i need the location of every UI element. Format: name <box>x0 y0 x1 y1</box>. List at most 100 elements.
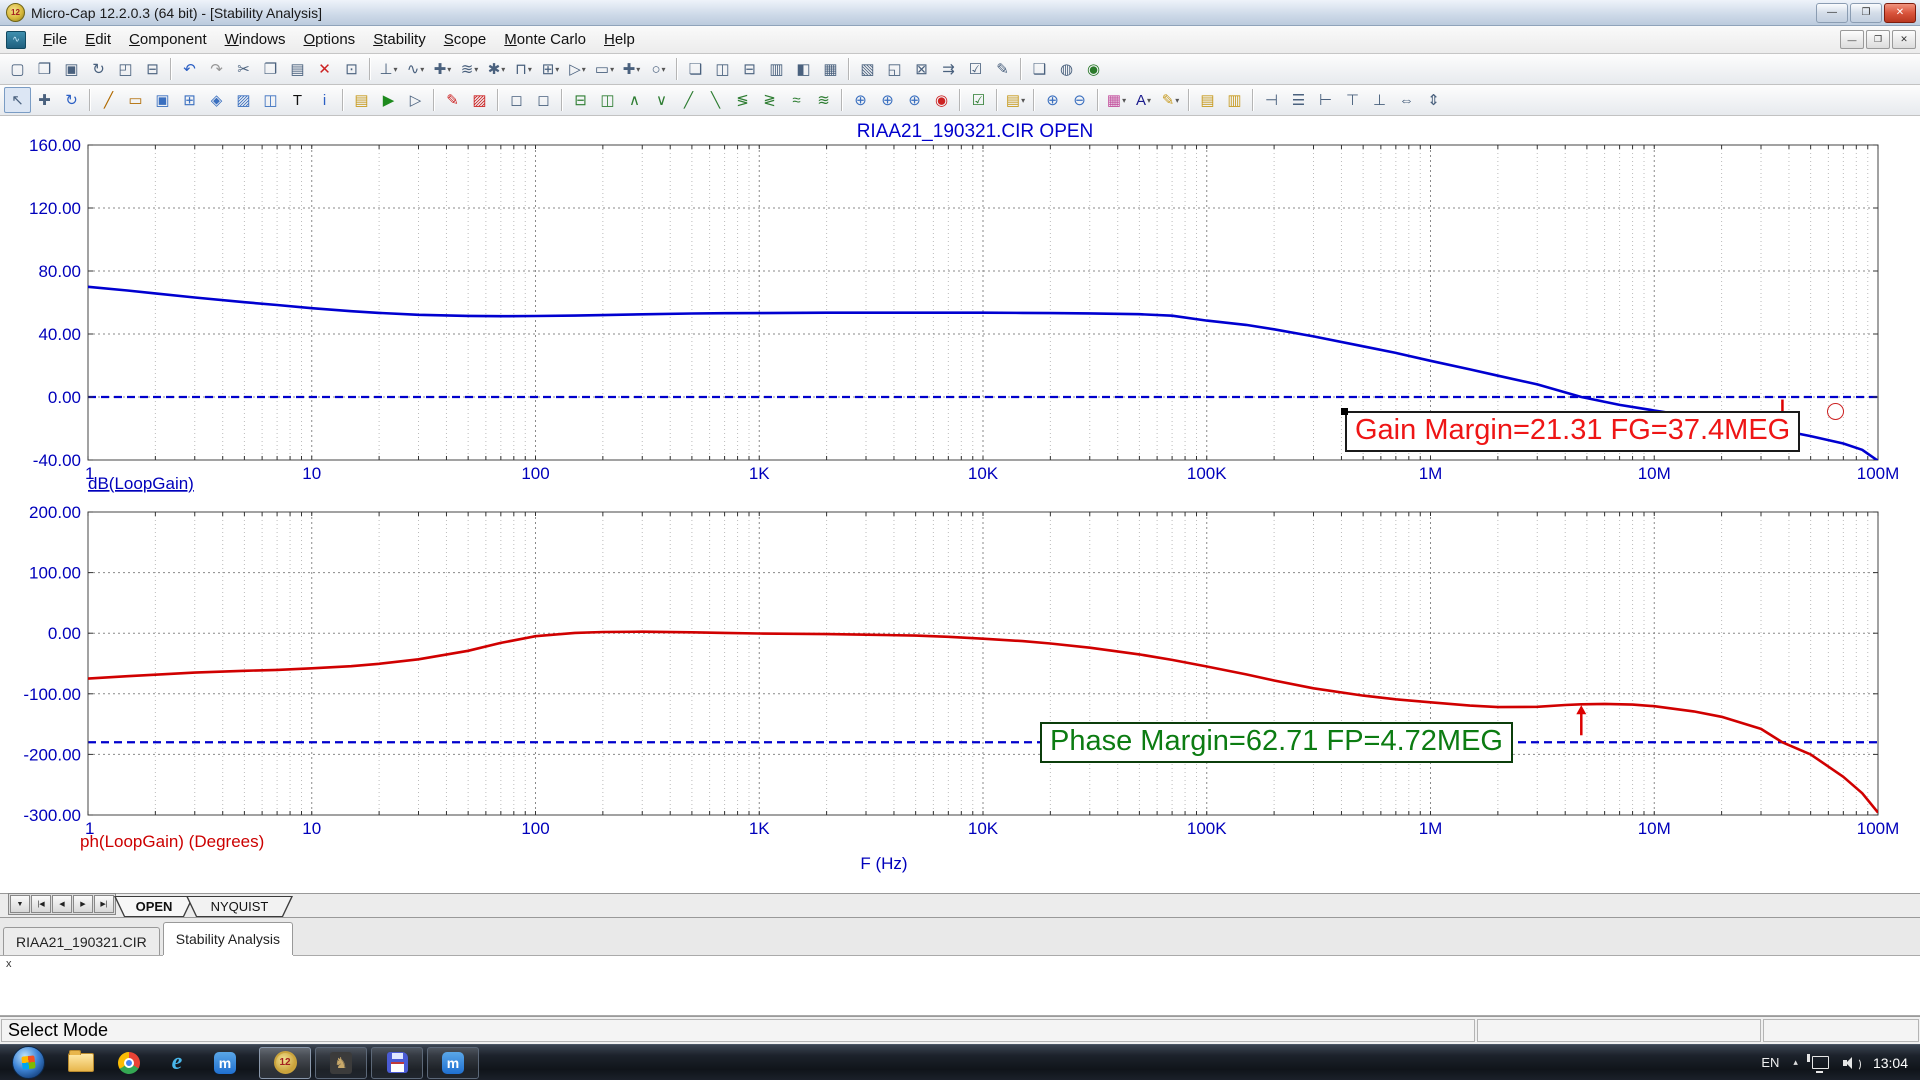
calculator-icon[interactable]: ▦ <box>817 56 844 82</box>
scale-tool-icon[interactable]: ◫ <box>257 87 284 113</box>
menu-edit[interactable]: Edit <box>76 28 120 51</box>
first-page-button[interactable]: |◀ <box>31 895 51 913</box>
help-contents-icon[interactable]: ◍ <box>1053 56 1080 82</box>
wire-mode-icon[interactable]: ╱ <box>95 87 122 113</box>
save-icon[interactable]: ▣ <box>58 56 85 82</box>
paste-icon[interactable]: ▤ <box>284 56 311 82</box>
file-tab-riaa21-190321-cir[interactable]: RIAA21_190321.CIR <box>3 927 160 955</box>
language-indicator[interactable]: EN <box>1761 1055 1779 1070</box>
font-icon[interactable]: A▾ <box>1130 87 1157 113</box>
ruler-tool-icon[interactable]: ◻ <box>503 87 530 113</box>
analysis-window-icon[interactable]: ◱ <box>881 56 908 82</box>
sheet-2-icon[interactable]: ▥ <box>1221 87 1248 113</box>
menu-file[interactable]: File <box>34 28 76 51</box>
slope-down-marker-icon[interactable]: ╲ <box>702 87 729 113</box>
select-box-icon[interactable]: ⊡ <box>338 56 365 82</box>
zoom-x-icon[interactable]: ⊕ <box>847 87 874 113</box>
start-button[interactable] <box>12 1046 45 1079</box>
wave-stack-icon[interactable]: ≋ <box>810 87 837 113</box>
rectangle-tool-icon[interactable]: ▣ <box>149 87 176 113</box>
picture-tool-icon[interactable]: ▨ <box>230 87 257 113</box>
spectrum-icon[interactable]: ◉ <box>928 87 955 113</box>
tile-horizontal-icon[interactable]: ⊟ <box>736 56 763 82</box>
pages-icon[interactable]: ▤▾ <box>1002 87 1029 113</box>
analysis-limits-icon[interactable]: ▧ <box>854 56 881 82</box>
taskbar-save-app-button[interactable] <box>371 1047 423 1079</box>
gain-margin-label[interactable]: Gain Margin=21.31 FG=37.4MEG <box>1345 411 1800 452</box>
align-bottom-icon[interactable]: ⊥ <box>1366 87 1393 113</box>
menu-windows[interactable]: Windows <box>216 28 295 51</box>
revert-icon[interactable]: ↻ <box>85 56 112 82</box>
print-icon[interactable]: ⊟ <box>139 56 166 82</box>
cut-icon[interactable]: ✂ <box>230 56 257 82</box>
run-icon[interactable]: ▶ <box>375 87 402 113</box>
web-help-icon[interactable]: ◉ <box>1080 56 1107 82</box>
prev-page-button[interactable]: ◀ <box>52 895 72 913</box>
help-topics-icon[interactable]: ❑ <box>1026 56 1053 82</box>
new-icon[interactable]: ▢ <box>4 56 31 82</box>
valley-marker-icon[interactable]: ∨ <box>648 87 675 113</box>
menu-monte-carlo[interactable]: Monte Carlo <box>495 28 595 51</box>
component-mode-icon[interactable]: ✚ <box>31 87 58 113</box>
pulse-source-component-icon[interactable]: ⊓▾ <box>510 56 537 82</box>
file-tab-stability-analysis[interactable]: Stability Analysis <box>163 922 293 955</box>
selection-handle-square[interactable] <box>1341 408 1348 415</box>
distribute-v-icon[interactable]: ⇕ <box>1420 87 1447 113</box>
print-preview-icon[interactable]: ◰ <box>112 56 139 82</box>
watch-window-icon[interactable]: ☑ <box>962 56 989 82</box>
clock[interactable]: 13:04 <box>1873 1055 1908 1071</box>
tile-vertical-icon[interactable]: ◫ <box>709 56 736 82</box>
vertical-cursor-icon[interactable]: ◫ <box>594 87 621 113</box>
horizontal-cursor-icon[interactable]: ⊟ <box>567 87 594 113</box>
step-icon[interactable]: ▷ <box>402 87 429 113</box>
speaker-icon[interactable] <box>1843 1056 1859 1070</box>
waveform-check-icon[interactable]: ☑ <box>965 87 992 113</box>
minimize-button[interactable]: — <box>1816 3 1848 23</box>
buffer-component-icon[interactable]: ▷▾ <box>564 56 591 82</box>
phase-margin-label[interactable]: Phase Margin=62.71 FP=4.72MEG <box>1040 722 1513 763</box>
undo-icon[interactable]: ↶ <box>176 56 203 82</box>
phase-series-label[interactable]: ph(LoopGain) (Degrees) <box>80 832 264 851</box>
line-mode-icon[interactable]: ▭ <box>122 87 149 113</box>
tolerance-tool-icon[interactable]: ◻ <box>530 87 557 113</box>
selection-handle-circle[interactable] <box>1827 403 1844 420</box>
open-icon[interactable]: ❒ <box>31 56 58 82</box>
taskbar-maxthon-icon[interactable]: m <box>205 1047 245 1079</box>
probe-tool-icon[interactable]: ✎ <box>439 87 466 113</box>
wave-overlay-icon[interactable]: ≈ <box>783 87 810 113</box>
align-left-icon[interactable]: ⊣ <box>1258 87 1285 113</box>
noise-source-component-icon[interactable]: ≋▾ <box>456 56 483 82</box>
split-window-icon[interactable]: ◧ <box>790 56 817 82</box>
page-tab-nyquist[interactable]: NYQUIST <box>186 896 293 917</box>
sheet-1-icon[interactable]: ▤ <box>1194 87 1221 113</box>
high-marker-icon[interactable]: ≶ <box>729 87 756 113</box>
plus-component-icon[interactable]: ✚▾ <box>618 56 645 82</box>
peak-marker-icon[interactable]: ∧ <box>621 87 648 113</box>
flag-tool-icon[interactable]: ◈ <box>203 87 230 113</box>
slope-up-marker-icon[interactable]: ╱ <box>675 87 702 113</box>
document-icon[interactable]: ∿ <box>6 31 26 49</box>
edit-tool-icon[interactable]: ✎ <box>989 56 1016 82</box>
mdi-restore-button[interactable]: ❐ <box>1866 30 1890 49</box>
close-button[interactable]: ✕ <box>1884 3 1916 23</box>
ic-component-icon[interactable]: ▭▾ <box>591 56 618 82</box>
zoom-fx-icon[interactable]: ⊕ <box>901 87 928 113</box>
taskbar-microcap-button[interactable]: 12 <box>259 1047 311 1079</box>
low-marker-icon[interactable]: ≷ <box>756 87 783 113</box>
pin-component-icon[interactable]: ○▾ <box>645 56 672 82</box>
point-tag-icon[interactable]: ▤ <box>348 87 375 113</box>
optimizer-icon[interactable]: ⊠ <box>908 56 935 82</box>
delete-icon[interactable]: ✕ <box>311 56 338 82</box>
arrange-icons-icon[interactable]: ▥ <box>763 56 790 82</box>
taskbar-maxthon-window-button[interactable]: m <box>427 1047 479 1079</box>
select-mode-icon[interactable]: ↖ <box>4 87 31 113</box>
page-list-button[interactable]: ▼ <box>10 895 30 913</box>
cascade-windows-icon[interactable]: ❏ <box>682 56 709 82</box>
color-palette-icon[interactable]: ▦▾ <box>1103 87 1130 113</box>
voltage-source-component-icon[interactable]: ✚▾ <box>429 56 456 82</box>
next-page-button[interactable]: ▶ <box>73 895 93 913</box>
zoom-y-icon[interactable]: ⊕ <box>874 87 901 113</box>
align-right-icon[interactable]: ⊢ <box>1312 87 1339 113</box>
mdi-minimize-button[interactable]: — <box>1840 30 1864 49</box>
ground-component-icon[interactable]: ⊥▾ <box>375 56 402 82</box>
